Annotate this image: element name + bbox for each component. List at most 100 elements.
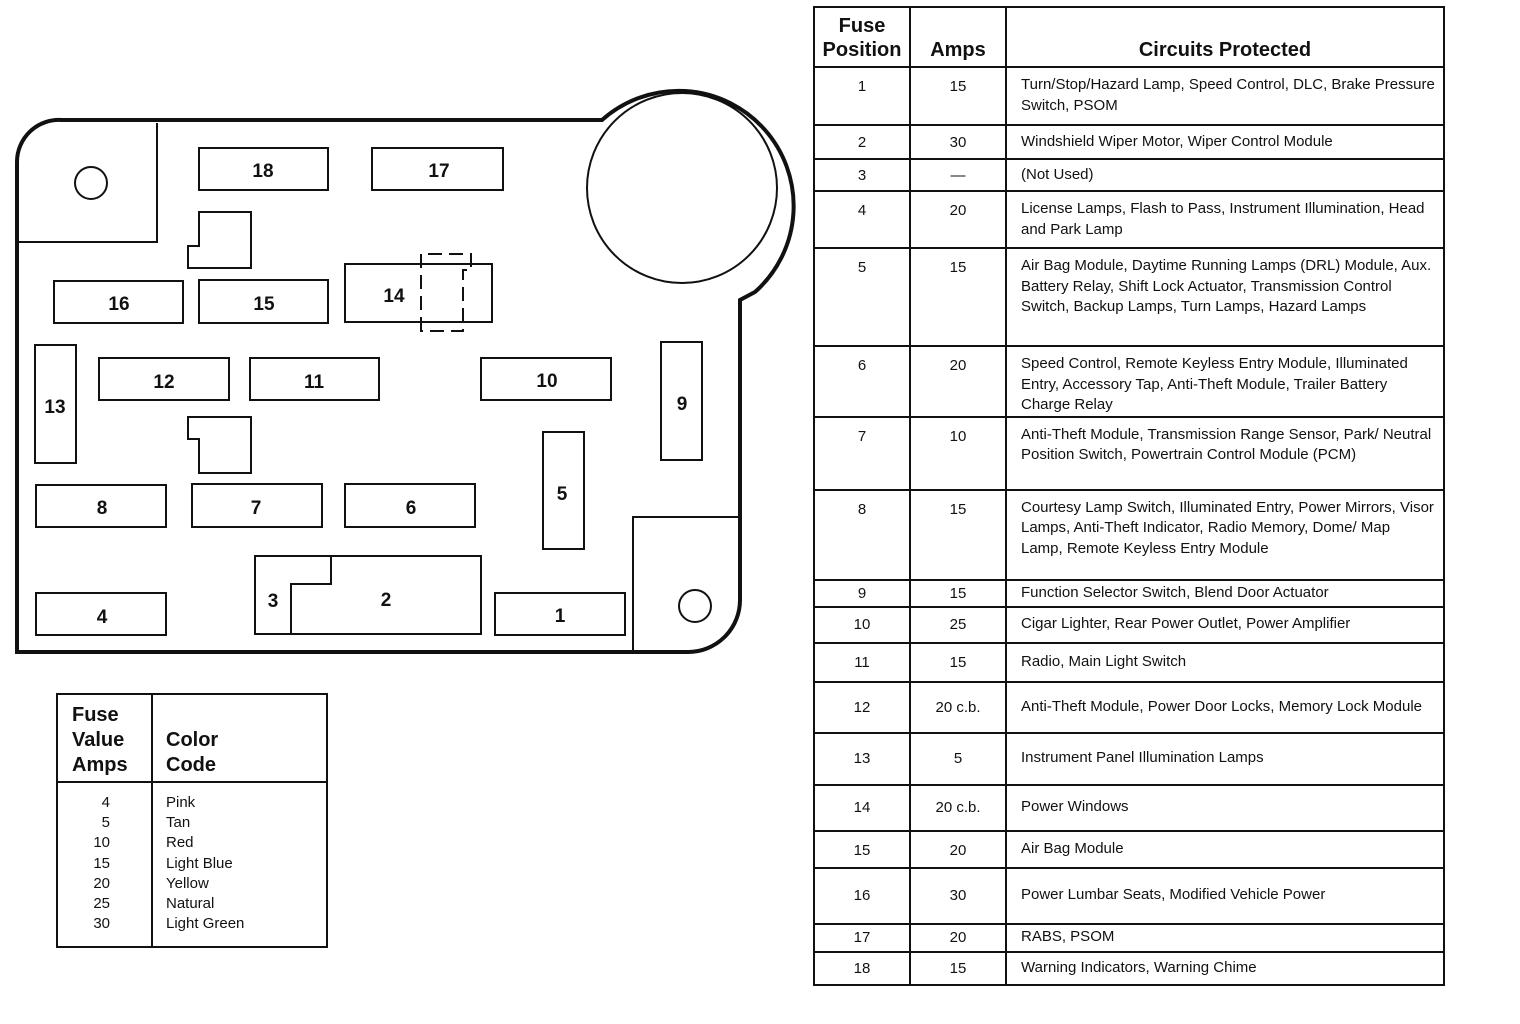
fuse-amps-cell: 20 — [909, 345, 1007, 418]
legend-color: Yellow — [166, 874, 209, 892]
fuse-circuits-cell: Turn/Stop/Hazard Lamp, Speed Control, DL… — [1005, 66, 1445, 126]
fuse-circuits-cell: Speed Control, Remote Keyless Entry Modu… — [1005, 345, 1445, 418]
mount-hole-top-left — [74, 166, 108, 200]
fuse-panel-diagram: 18 17 16 15 14 13 12 11 10 9 8 7 6 5 4 3… — [14, 88, 796, 654]
fuse-position-cell: 1 — [813, 66, 911, 126]
fuse-amps-cell: 20 — [909, 922, 1007, 953]
fuse-position-cell: 11 — [813, 641, 911, 683]
fuse-circuits-cell: License Lamps, Flash to Pass, Instrument… — [1005, 190, 1445, 249]
legend-color: Pink — [166, 794, 196, 811]
legend-row: 4 Pink — [58, 793, 326, 813]
fuse-table-row: 5 15 Air Bag Module, Daytime Running Lamps… — [813, 247, 1445, 347]
fuse-amps-cell: 15 — [909, 247, 1007, 347]
legend-color: Light Green — [166, 915, 245, 933]
fuse-label-13: 13 — [44, 397, 65, 418]
legend-color: Red — [166, 834, 194, 852]
legend-row: 20 Yellow — [58, 874, 326, 894]
fuse-circuits-cell: Air Bag Module — [1005, 829, 1445, 869]
fuse-position-cell: 7 — [813, 415, 911, 491]
fuse-amps-cell: 20 c.b. — [909, 783, 1007, 832]
fuse-circuits-cell: Courtesy Lamp Switch, Illuminated Entry,… — [1005, 488, 1445, 581]
fuse-table-row: 13 5 Instrument Panel Illumination Lamps — [813, 731, 1445, 786]
fuse-position-cell: 6 — [813, 345, 911, 418]
fuse-table-row: 3— (Not Used) — [813, 158, 1445, 192]
fuse-label-2: 2 — [381, 590, 392, 611]
legend-header-color: Color Code — [166, 728, 218, 778]
fuse-label-17: 17 — [428, 161, 449, 182]
color-code-legend: Fuse Value Amps Color Code 4 Pink 5 Tan 10… — [56, 693, 328, 948]
fuse-label-14: 14 — [383, 286, 405, 307]
legend-header-amps-line: Value — [72, 729, 125, 751]
fuse-table-row: 15 20 Air Bag Module — [813, 829, 1445, 869]
fuse-table-row: 11 15 Radio, Main Light Switch — [813, 641, 1445, 683]
fuse-slot-3-2-block — [254, 555, 482, 635]
legend-amps: 25 — [93, 894, 110, 912]
fuse-table-row: 14 20 c.b. Power Windows — [813, 783, 1445, 832]
fuse-amps-cell: 15 — [909, 578, 1007, 608]
fuse-circuits-cell: (Not Used) — [1005, 158, 1445, 192]
legend-header-divider — [58, 781, 326, 783]
panel-outline — [14, 88, 796, 654]
legend-header-amps-line: Amps — [72, 754, 128, 776]
legend-color: Tan — [166, 814, 191, 832]
fuse-amps-cell: 20 — [909, 190, 1007, 249]
fuse-circuits-cell: Anti-Theft Module, Transmission Range Se… — [1005, 415, 1445, 491]
fuse-circuits-cell: Function Selector Switch, Blend Door Act… — [1005, 578, 1445, 608]
fuse-circuits-cell: Power Lumbar Seats, Modified Vehicle Pow… — [1005, 866, 1445, 925]
mount-hole-bottom-right — [678, 589, 712, 623]
fuse-table-header-row: Fuse Position Amps Circuits Protected — [813, 6, 1445, 68]
fuse-amps-cell: 15 — [909, 66, 1007, 126]
fuse-circuits-cell: Power Windows — [1005, 783, 1445, 832]
header-amps: Amps — [909, 6, 1007, 68]
fuse-label-3: 3 — [268, 591, 279, 612]
mount-block-bottom-right — [632, 516, 738, 650]
fuse-position-cell: 15 — [813, 829, 911, 869]
fuse-position-cell: 13 — [813, 731, 911, 786]
legend-amps: 5 — [101, 814, 110, 832]
relay-upper — [187, 211, 252, 269]
fuse-position-cell: 17 — [813, 922, 911, 953]
legend-row: 15 Light Blue — [58, 854, 326, 874]
fuse-label-18: 18 — [252, 161, 273, 182]
fuse-slot-14-dashed-relay — [420, 253, 472, 332]
fuse-position-cell: 18 — [813, 950, 911, 986]
fuse-label-4: 4 — [97, 607, 108, 628]
legend-amps: 30 — [93, 915, 110, 933]
fuse-circuits-cell: Warning Indicators, Warning Chime — [1005, 950, 1445, 986]
header-fuse-position-line: Fuse — [838, 15, 886, 37]
fuse-table-row: 6 20 Speed Control, Remote Keyless Entry M… — [813, 345, 1445, 418]
fuse-table-row: 1 15 Turn/Stop/Hazard Lamp, Speed Control,… — [813, 66, 1445, 126]
fuse-circuits-cell: Anti-Theft Module, Power Door Locks, Mem… — [1005, 680, 1445, 734]
fuse-label-1: 1 — [555, 606, 566, 627]
legend-amps: 4 — [101, 794, 110, 811]
fuse-table-row: 7 10 Anti-Theft Module, Transmission Range… — [813, 415, 1445, 491]
mount-block-top-left — [19, 123, 158, 243]
fuse-label-7: 7 — [251, 498, 262, 519]
fuse-circuits-cell: Cigar Lighter, Rear Power Outlet, Power … — [1005, 605, 1445, 644]
fuse-amps-cell: 30 — [909, 124, 1007, 160]
legend-row: 5 Tan — [58, 813, 326, 833]
fuse-label-10: 10 — [536, 371, 557, 392]
fuse-label-6: 6 — [406, 498, 417, 519]
fuse-amps-cell: 15 — [909, 950, 1007, 986]
fuse-table-row: 17 20 RABS, PSOM — [813, 922, 1445, 953]
fuse-position-cell: 8 — [813, 488, 911, 581]
fuse-table-row: 4 20 License Lamps, Flash to Pass, Instrum… — [813, 190, 1445, 249]
fuse-circuits-cell: Radio, Main Light Switch — [1005, 641, 1445, 683]
legend-amps: 15 — [93, 854, 110, 872]
header-fuse-position-line: Position — [822, 39, 902, 61]
fuse-label-5: 5 — [557, 484, 568, 505]
legend-rows: 4 Pink 5 Tan 10 Red 15 Light Blue 20 Yellow 2… — [58, 793, 326, 934]
legend-header-color-line: Color — [166, 729, 219, 751]
fuse-label-8: 8 — [97, 498, 108, 519]
fuse-amps-cell: 15 — [909, 641, 1007, 683]
legend-header-color-line: Code — [166, 754, 216, 776]
fuse-position-cell: 12 — [813, 680, 911, 734]
fuse-position-cell: 2 — [813, 124, 911, 160]
fuse-table-row: 2 30 Windshield Wiper Motor, Wiper Control… — [813, 124, 1445, 160]
fuse-position-cell: 16 — [813, 866, 911, 925]
fuse-amps-cell: 15 — [909, 488, 1007, 581]
fuse-circuits-cell: Air Bag Module, Daytime Running Lamps (D… — [1005, 247, 1445, 347]
fuse-amps-cell: 30 — [909, 866, 1007, 925]
legend-row: 30 Light Green — [58, 914, 326, 934]
